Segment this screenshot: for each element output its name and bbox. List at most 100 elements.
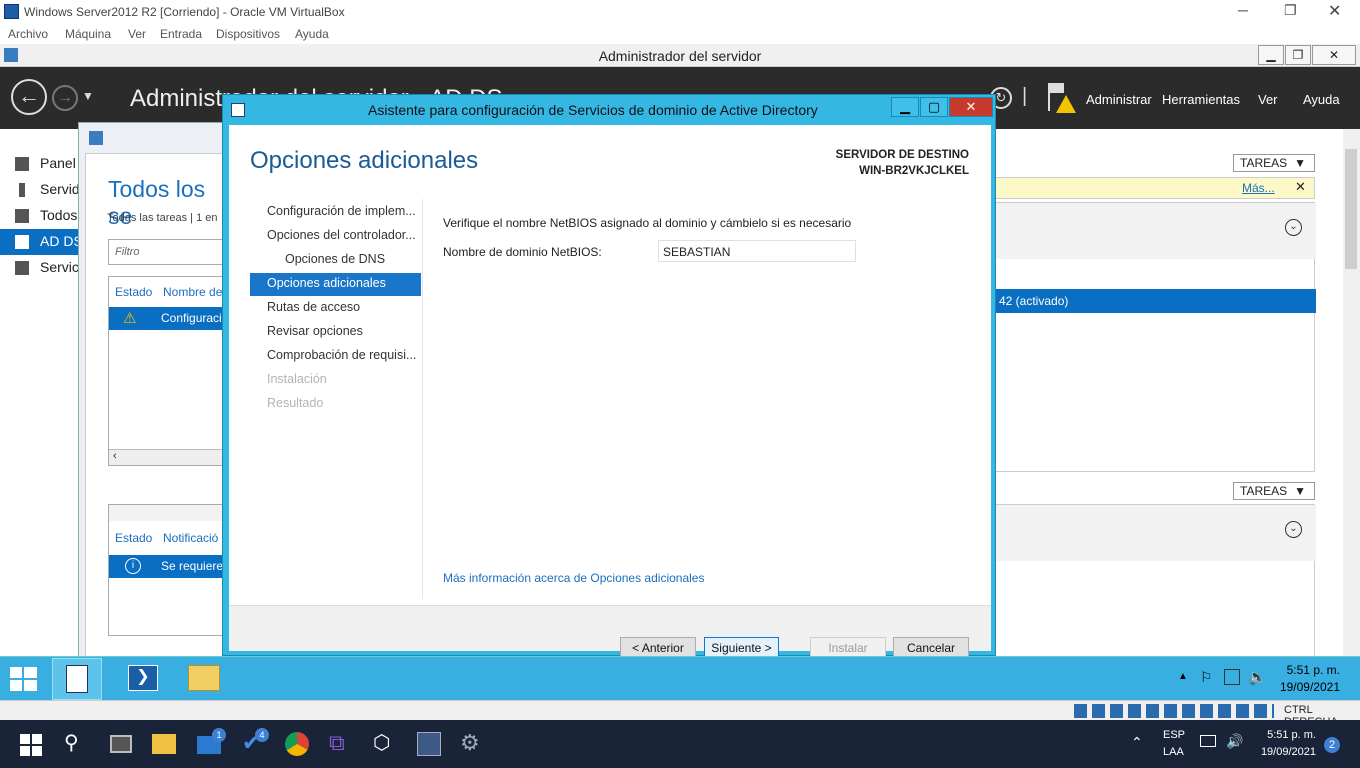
selected-server-row[interactable]: 42 (activado) [996,289,1316,313]
netbios-input[interactable]: SEBASTIAN [658,240,856,262]
minimize-icon[interactable]: ─ [1238,2,1248,18]
network-icon[interactable] [1224,669,1240,685]
server-manager-titlebar: Administrador del servidor ▁ ❐ ✕ [0,44,1360,67]
more-info-link[interactable]: Más información acerca de Opciones adici… [443,571,704,585]
guest-clock-date: 19/09/2021 [1279,680,1340,694]
menu-ver[interactable]: Ver [128,27,146,41]
col-notificacion[interactable]: Notificació [163,531,218,545]
menu-dispositivos[interactable]: Dispositivos [216,27,280,41]
expand-icon[interactable]: ⌄ [1285,521,1302,538]
visual-studio-icon[interactable]: ⧉ [329,732,353,756]
wizard-heading: Opciones adicionales [250,147,479,174]
bg-content: Todos los se Todas las tareas | 1 en Fil… [85,153,231,658]
scrollbar[interactable] [1343,129,1360,700]
notification-flag-icon[interactable] [1046,81,1076,117]
host-clock-date: 19/09/2021 [1260,746,1316,758]
wizard-minimize-button[interactable]: ▁ [891,97,919,117]
back-arrow-icon[interactable]: ← [11,79,47,115]
chevron-down-icon: ▼ [1294,156,1306,170]
server-icon [19,183,25,197]
server-manager-taskbar-icon[interactable] [52,658,102,700]
col-estado-2[interactable]: Estado [115,531,152,545]
sm-maximize-button[interactable]: ❐ [1285,45,1311,65]
virtualbox-cube-icon[interactable]: ⬡ [373,732,397,756]
nav-servicios-archivos[interactable]: Servici [0,255,84,281]
chrome-icon[interactable] [285,732,309,756]
sm-close-button[interactable]: ✕ [1312,45,1356,65]
menu-archivo[interactable]: Archivo [8,27,48,41]
settings-gear-icon[interactable]: ⚙ [460,732,484,756]
nav-servidor-local[interactable]: Servid [0,177,84,203]
history-dropdown-icon[interactable]: ▼ [82,89,94,103]
wizard-title: Asistente para configuración de Servicio… [368,102,818,118]
windows-start-icon[interactable] [10,667,38,693]
menu-ayuda-sm[interactable]: Ayuda [1303,92,1340,107]
step-instalacion: Instalación [267,372,327,386]
show-hidden-icons[interactable]: ⌃ [1131,734,1143,751]
nav-todos-servidores[interactable]: Todos [0,203,84,229]
virtualbox-icon [4,4,19,19]
windows-server-vm-icon[interactable] [417,732,441,756]
menu-maquina[interactable]: Máquina [65,27,111,41]
table-row[interactable]: i Se requiere [109,555,231,578]
search-icon[interactable]: ⚲ [64,732,88,756]
menu-entrada[interactable]: Entrada [160,27,202,41]
step-comprobacion[interactable]: Comprobación de requisi... [250,345,421,368]
file-explorer-icon[interactable] [152,734,176,754]
vbox-window-title: Windows Server2012 R2 [Corriendo] - Orac… [24,5,345,19]
step-rutas-acceso[interactable]: Rutas de acceso [250,297,421,320]
keyboard-layout[interactable]: LAA [1163,746,1184,758]
windows-start-icon[interactable] [20,734,42,756]
expand-icon[interactable]: ⌄ [1285,219,1302,236]
servers-panel: ⌄ 42 (activado) [995,202,1316,472]
wizard-close-button[interactable]: ✕ [949,97,993,117]
tareas-dropdown[interactable]: TAREAS ▼ [1233,154,1315,172]
wizard-titlebar: Asistente para configuración de Servicio… [223,95,997,125]
horizontal-scrollbar[interactable]: ‹ [109,449,231,465]
show-hidden-icons[interactable]: ▲ [1178,671,1188,682]
menu-ver-sm[interactable]: Ver [1258,92,1278,107]
language-code[interactable]: ESP [1163,729,1185,741]
warning-icon: ⚠ [123,310,137,327]
device-status-icons[interactable] [1074,704,1274,718]
menu-administrar[interactable]: Administrar [1086,92,1152,107]
mas-link[interactable]: Más... [1242,181,1275,195]
todo-badge: 4 [255,728,269,742]
volume-muted-icon[interactable]: 🔈 [1248,668,1267,686]
forward-arrow-icon[interactable]: → [52,85,78,111]
notification-count-badge[interactable]: 2 [1324,737,1340,753]
task-view-icon[interactable] [110,735,132,753]
step-opciones-controlador[interactable]: Opciones del controlador... [250,225,421,248]
nav-ad-ds[interactable]: AD DS [0,229,84,255]
menu-ayuda[interactable]: Ayuda [295,27,329,41]
vbox-statusbar: CTRL DERECHA [0,700,1360,728]
col-estado[interactable]: Estado [115,285,152,299]
background-dialog: Todos los se Todas las tareas | 1 en Fil… [78,122,231,667]
col-nombre[interactable]: Nombre de [163,285,222,299]
network-icon[interactable] [1200,735,1216,747]
close-icon[interactable]: ✕ [1328,1,1341,21]
netbios-label: Nombre de dominio NetBIOS: [443,245,602,259]
nav-panel[interactable]: Panel [0,151,84,177]
maximize-icon[interactable]: ❐ [1284,2,1297,19]
step-opciones-adicionales[interactable]: Opciones adicionales [250,273,421,296]
file-services-icon [15,261,29,275]
vbox-titlebar: Windows Server2012 R2 [Corriendo] - Orac… [0,0,1360,24]
step-configuracion[interactable]: Configuración de implem... [250,201,421,224]
host-clock-time: 5:51 p. m. [1267,729,1316,741]
table-row[interactable]: ⚠ Configuraci [109,307,231,330]
wizard-maximize-button[interactable]: ▢ [920,97,948,117]
filter-input[interactable]: Filtro [108,239,230,265]
action-center-flag-icon[interactable]: ⚐ [1200,669,1213,686]
file-explorer-icon[interactable] [188,665,220,691]
divider [422,199,423,599]
step-revisar-opciones[interactable]: Revisar opciones [250,321,421,344]
tareas-label: TAREAS [1240,484,1288,498]
close-icon[interactable]: ✕ [1295,179,1306,195]
menu-herramientas[interactable]: Herramientas [1162,92,1240,107]
powershell-icon[interactable]: ❯ [128,665,158,691]
tareas-dropdown-2[interactable]: TAREAS ▼ [1233,482,1315,500]
sm-minimize-button[interactable]: ▁ [1258,45,1284,65]
step-opciones-dns[interactable]: Opciones de DNS [250,249,421,272]
volume-icon[interactable]: 🔊 [1226,733,1243,750]
